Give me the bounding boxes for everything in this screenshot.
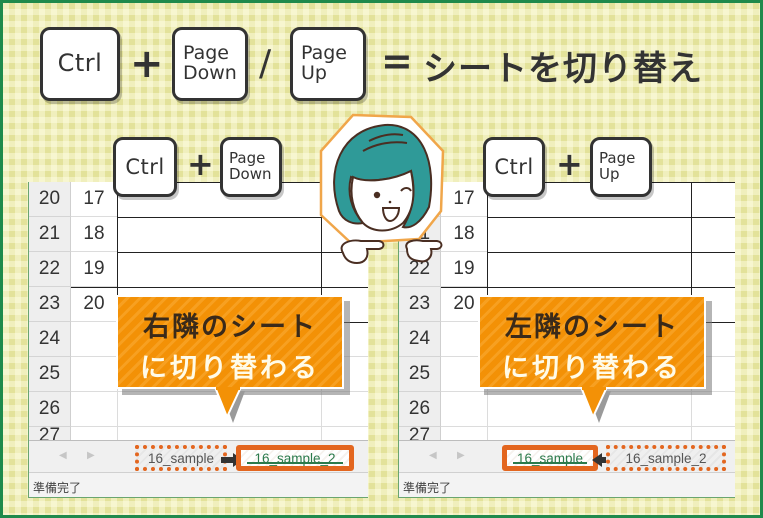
callout-next-sheet: 右隣のシート に切り替わる — [116, 295, 344, 389]
active-tab-underline — [513, 462, 587, 464]
sheet-tab-bar: ◀ ▶ 16_sample 16_sample_2 — [399, 440, 735, 472]
pagedown-key-line1: Page — [183, 42, 229, 65]
ctrl-key-small: Ctrl — [113, 137, 177, 197]
cell-a[interactable] — [71, 322, 117, 357]
scroll-tabs-left-icon[interactable]: ◀ — [59, 450, 67, 461]
cell-a[interactable]: 18 — [71, 217, 117, 252]
cell-a[interactable] — [441, 392, 487, 427]
slash-sign: / — [259, 43, 272, 84]
active-tab-underline — [247, 462, 343, 464]
sheet-tab-label: 16_sample_2 — [625, 450, 707, 466]
callout-tail — [579, 387, 611, 423]
pagedown-key-line2: Down — [183, 62, 237, 84]
callout-line2: に切り替わる — [502, 353, 682, 384]
cell-a[interactable]: 20 — [71, 287, 117, 322]
mascot-hand-left — [340, 239, 385, 265]
sheet-tab-16-sample[interactable]: 16_sample — [135, 445, 227, 471]
row-header[interactable]: 23 — [29, 287, 71, 322]
status-text: 準備完了 — [403, 481, 452, 495]
pageup-key-line1: Page — [301, 42, 347, 65]
sheet-tab-bar: ◀ ▶ 16_sample 16_sample_2 — [29, 440, 368, 472]
sheet-tab-label: 16_sample — [147, 450, 215, 466]
plus-sign: + — [187, 145, 214, 183]
row-header[interactable]: 22 — [29, 252, 71, 287]
pagedown-key-line2: Down — [229, 165, 272, 183]
mascot-face — [350, 169, 415, 232]
ctrl-key-label: Ctrl — [57, 49, 103, 78]
callout-line1: 左隣のシート — [505, 312, 679, 343]
illustration-frame: Ctrl + Page Down / Page Up = シートを切り替え 20… — [3, 3, 760, 515]
row-header[interactable]: 25 — [399, 357, 441, 392]
scroll-tabs-right-icon[interactable]: ▶ — [457, 450, 465, 461]
cell-a[interactable]: 19 — [71, 252, 117, 287]
row-header[interactable]: 21 — [29, 217, 71, 252]
pageup-key-line2: Up — [599, 165, 620, 183]
row-header[interactable]: 26 — [399, 392, 441, 427]
plus-sign: + — [130, 41, 164, 87]
row-header[interactable]: 25 — [29, 357, 71, 392]
equals-sign: = — [381, 39, 413, 83]
pageup-key-line2: Up — [301, 62, 327, 84]
row-header[interactable]: 24 — [29, 322, 71, 357]
pagedown-key: Page Down — [172, 27, 248, 101]
cell-a[interactable]: 17 — [71, 182, 117, 217]
mascot-illustration — [319, 113, 445, 265]
sheet-tab-16-sample-2[interactable]: 16_sample_2 — [606, 445, 726, 471]
pageup-key-small: Page Up — [590, 137, 652, 197]
row-header[interactable]: 20 — [29, 182, 71, 217]
callout-line1: 右隣のシート — [143, 312, 317, 343]
status-bar: 準備完了 — [29, 472, 368, 497]
status-text: 準備完了 — [33, 481, 82, 495]
cell-a[interactable] — [71, 392, 117, 427]
callout-tail — [213, 387, 245, 423]
plus-sign: + — [556, 145, 583, 183]
cell-a[interactable] — [71, 357, 117, 392]
pagedown-key-small: Page Down — [220, 137, 282, 197]
ctrl-key-small: Ctrl — [483, 137, 545, 197]
headline: シートを切り替え — [423, 49, 703, 89]
sheet-tab-16-sample-2[interactable]: 16_sample_2 — [236, 445, 354, 471]
ctrl-key-label: Ctrl — [494, 154, 534, 179]
mascot-hand-right — [405, 239, 443, 263]
row-header[interactable]: 24 — [399, 322, 441, 357]
sheet-tab-16-sample[interactable]: 16_sample — [502, 445, 598, 471]
mascot-eye — [373, 191, 381, 199]
callout-line2: に切り替わる — [140, 353, 320, 384]
callout-previous-sheet: 左隣のシート に切り替わる — [478, 295, 706, 389]
status-bar: 準備完了 — [399, 472, 735, 497]
pageup-key: Page Up — [290, 27, 366, 101]
ctrl-key-label: Ctrl — [125, 154, 165, 179]
ctrl-key: Ctrl — [40, 27, 120, 101]
row-header[interactable]: 26 — [29, 392, 71, 427]
scroll-tabs-left-icon[interactable]: ◀ — [429, 450, 437, 461]
row-header[interactable]: 23 — [399, 287, 441, 322]
scroll-tabs-right-icon[interactable]: ▶ — [87, 450, 95, 461]
